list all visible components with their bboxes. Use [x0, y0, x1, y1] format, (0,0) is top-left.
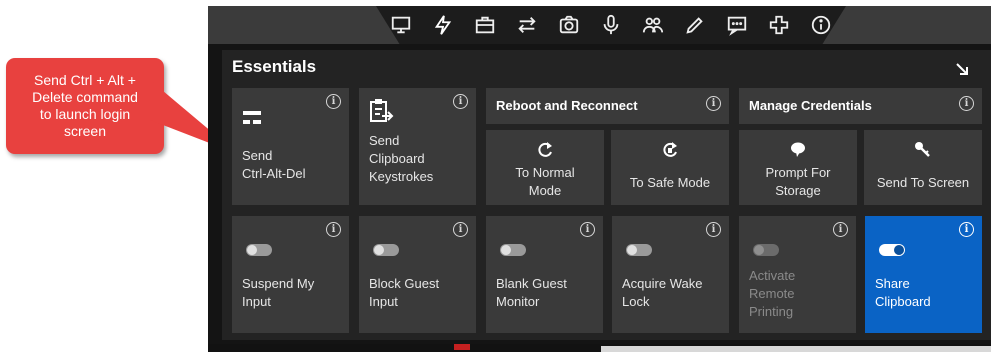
tile-label: Suspend My Input [242, 276, 315, 309]
panel-title: Essentials [232, 57, 317, 76]
send-to-screen-button[interactable]: Send To Screen [864, 130, 982, 205]
background-window-strip [601, 346, 991, 352]
tile-label: Block Guest Input [369, 276, 440, 309]
activate-remote-printing-toggle: i Activate Remote Printing [739, 216, 856, 333]
toggle-switch [753, 244, 779, 256]
info-icon[interactable]: i [833, 222, 848, 237]
session-toolbar [376, 6, 846, 44]
subtile-label: Send To Screen [876, 175, 970, 190]
annotation-callout: Send Ctrl + Alt + Delete command to laun… [6, 58, 164, 154]
users-icon[interactable] [632, 6, 674, 44]
camera-icon[interactable] [548, 6, 590, 44]
toggle-switch[interactable] [246, 244, 272, 256]
subtile-label: Prompt For Storage [765, 165, 831, 198]
group-title: Manage Credentials [749, 98, 872, 113]
info-icon[interactable]: i [326, 94, 341, 109]
plus-icon[interactable] [758, 6, 800, 44]
keyboard-shortcut-icon [243, 111, 261, 124]
remote-session-window: Essentials i Send Ctrl-Alt-Del i Send Cl… [208, 6, 991, 352]
lightning-icon[interactable] [422, 6, 464, 44]
prompt-for-storage-button[interactable]: Prompt For Storage [739, 130, 857, 205]
toggle-switch[interactable] [626, 244, 652, 256]
reboot-reconnect-header: Reboot and Reconnect i [486, 88, 729, 124]
block-guest-input-toggle[interactable]: i Block Guest Input [359, 216, 476, 333]
acquire-wake-lock-toggle[interactable]: i Acquire Wake Lock [612, 216, 729, 333]
info-icon[interactable]: i [326, 222, 341, 237]
tile-label: Activate Remote Printing [749, 268, 796, 319]
clipboard-send-icon [370, 99, 394, 122]
manage-credentials-header: Manage Credentials i [739, 88, 982, 124]
tile-label: Acquire Wake Lock [622, 276, 703, 309]
chat-icon[interactable] [716, 6, 758, 44]
info-icon[interactable]: i [453, 222, 468, 237]
microphone-icon[interactable] [590, 6, 632, 44]
toggle-switch[interactable] [373, 244, 399, 256]
toggle-switch[interactable] [500, 244, 526, 256]
reboot-safe-mode-button[interactable]: To Safe Mode [611, 130, 729, 205]
tile-label: Send Ctrl-Alt-Del [242, 148, 306, 181]
info-icon[interactable]: i [580, 222, 595, 237]
pencil-icon[interactable] [674, 6, 716, 44]
blank-guest-monitor-toggle[interactable]: i Blank Guest Monitor [486, 216, 603, 333]
subtile-label: To Safe Mode [629, 175, 711, 190]
suspend-my-input-toggle[interactable]: i Suspend My Input [232, 216, 349, 333]
info-icon[interactable]: i [453, 94, 468, 109]
collapse-arrow-icon[interactable] [955, 62, 969, 76]
info-icon[interactable]: i [959, 96, 974, 111]
transfer-arrows-icon[interactable] [506, 6, 548, 44]
taskbar-indicator [454, 344, 470, 350]
essentials-panel: Essentials i Send Ctrl-Alt-Del i Send Cl… [222, 50, 991, 340]
toggle-switch[interactable] [879, 244, 905, 256]
send-ctrl-alt-del-button[interactable]: i Send Ctrl-Alt-Del [232, 88, 349, 205]
group-title: Reboot and Reconnect [496, 98, 638, 113]
info-icon[interactable]: i [706, 222, 721, 237]
subtile-label: To Normal Mode [515, 165, 575, 198]
info-icon[interactable]: i [706, 96, 721, 111]
speech-bubble-icon [791, 142, 805, 157]
share-clipboard-toggle[interactable]: i Share Clipboard [865, 216, 982, 333]
restart-icon [538, 142, 552, 157]
tile-label: Send Clipboard Keystrokes [369, 133, 434, 184]
send-clipboard-keystrokes-button[interactable]: i Send Clipboard Keystrokes [359, 88, 476, 205]
tile-label: Share Clipboard [875, 276, 931, 309]
key-icon [915, 142, 930, 157]
reboot-normal-mode-button[interactable]: To Normal Mode [486, 130, 604, 205]
briefcase-icon[interactable] [464, 6, 506, 44]
safe-restart-icon [663, 142, 677, 157]
tile-label: Blank Guest Monitor [496, 276, 567, 309]
info-icon[interactable]: i [959, 222, 974, 237]
